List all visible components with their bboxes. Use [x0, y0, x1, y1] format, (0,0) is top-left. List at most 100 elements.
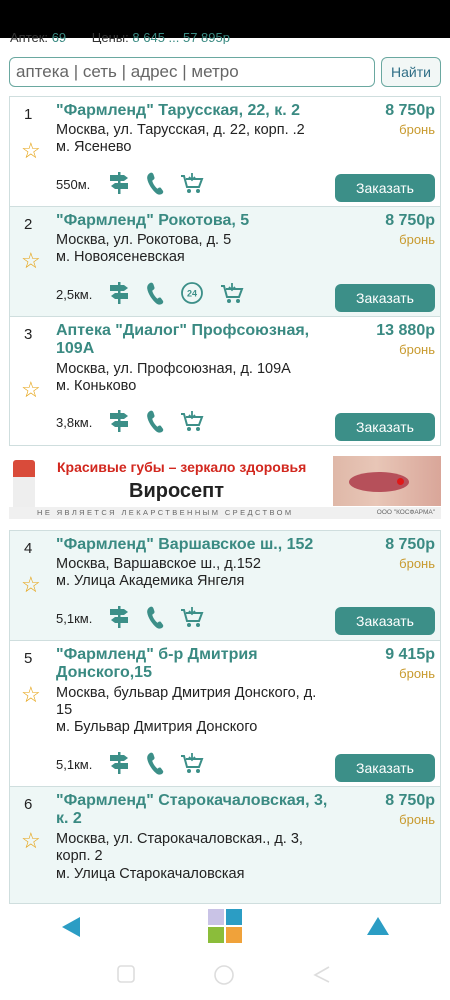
cart-icon[interactable] — [180, 751, 204, 775]
list-item[interactable]: 2 ☆ "Фармленд" Рокотова, 5 Москва, ул. Р… — [9, 206, 441, 317]
action-icons — [108, 604, 204, 630]
action-icons — [108, 408, 204, 434]
signpost-icon[interactable] — [108, 605, 130, 629]
phone-icon[interactable] — [146, 281, 164, 305]
item-number: 1 — [24, 106, 33, 123]
list-item[interactable]: 5 ☆ "Фармленд" б-р Дмитрия Донского,15 М… — [9, 640, 441, 787]
signpost-icon[interactable] — [108, 409, 130, 433]
list-item[interactable]: 3 ☆ Аптека "Диалог" Профсоюзная, 109А Мо… — [9, 316, 441, 446]
star-icon[interactable]: ☆ — [21, 830, 41, 852]
lips-image — [333, 456, 441, 506]
pharmacy-name[interactable]: Аптека "Диалог" Профсоюзная, 109А — [56, 322, 328, 358]
search-bar: Найти — [9, 57, 441, 87]
order-button[interactable]: Заказать — [335, 413, 435, 441]
pharmacy-name[interactable]: "Фармленд" б-р Дмитрия Донского,15 — [56, 646, 328, 682]
search-input[interactable] — [9, 57, 375, 87]
star-icon[interactable]: ☆ — [21, 574, 41, 596]
list-item[interactable]: 4 ☆ "Фармленд" Варшавское ш., 152 Москва… — [9, 530, 441, 641]
pharmacy-address: Москва, ул. Профсоюзная, д. 109А — [56, 361, 291, 377]
system-navigation-bar — [0, 950, 450, 1000]
pharmacy-address: Москва, Варшавское ш., д.152 — [56, 556, 261, 572]
pharmacy-address: Москва, ул. Тарусская, д. 22, корп. .2 — [56, 122, 305, 138]
status-label: бронь — [399, 232, 435, 247]
pharmacy-metro: м. Коньково — [56, 378, 137, 394]
action-icons — [108, 170, 204, 196]
home-tiles-icon[interactable] — [207, 908, 243, 949]
star-icon[interactable]: ☆ — [21, 684, 41, 706]
phone-icon[interactable] — [146, 409, 164, 433]
svg-text:24: 24 — [187, 289, 197, 299]
pharmacy-metro: м. Новоясеневская — [56, 249, 185, 265]
ad-brand: Виросепт — [129, 480, 225, 502]
pharmacy-name[interactable]: "Фармленд" Варшавское ш., 152 — [56, 536, 328, 554]
order-button[interactable]: Заказать — [335, 284, 435, 312]
system-back-icon[interactable] — [312, 964, 332, 989]
bottom-navigation — [0, 904, 450, 948]
price: 9 415р — [385, 646, 435, 663]
ad-banner[interactable]: Красивые губы – зеркало здоровья Виросеп… — [9, 456, 441, 520]
cart-icon[interactable] — [180, 605, 204, 629]
pharmacy-metro: м. Бульвар Дмитрия Донского — [56, 719, 258, 735]
distance: 3,8км. — [56, 415, 93, 430]
up-arrow-icon[interactable] — [366, 916, 390, 941]
status-label: бронь — [399, 342, 435, 357]
cart-icon[interactable] — [220, 281, 244, 305]
ad-headline: Красивые губы – зеркало здоровья — [57, 459, 307, 475]
phone-icon[interactable] — [146, 171, 164, 195]
distance: 5,1км. — [56, 757, 93, 772]
status-label: бронь — [399, 666, 435, 681]
24h-icon: 24 — [180, 281, 204, 305]
item-number: 6 — [24, 796, 33, 813]
order-button[interactable]: Заказать — [335, 754, 435, 782]
price: 8 750р — [385, 102, 435, 119]
cart-icon[interactable] — [180, 409, 204, 433]
star-icon[interactable]: ☆ — [21, 379, 41, 401]
distance: 5,1км. — [56, 611, 93, 626]
results-summary: Аптек: 69 Цены: 8 645 ... 57 895р — [10, 30, 252, 44]
pharmacy-name[interactable]: "Фармленд" Старокачаловская, 3, к. 2 — [56, 792, 328, 828]
item-number: 5 — [24, 650, 33, 667]
price: 13 880р — [376, 322, 435, 339]
star-icon[interactable]: ☆ — [21, 250, 41, 272]
pharmacy-address: Москва, ул. Рокотова, д. 5 — [56, 232, 232, 248]
item-number: 4 — [24, 540, 33, 557]
prices-label: Цены: — [91, 30, 129, 44]
phone-icon[interactable] — [146, 605, 164, 629]
pharmacy-name[interactable]: "Фармленд" Рокотова, 5 — [56, 212, 328, 230]
pharmacies-count: 69 — [51, 30, 67, 44]
recent-apps-icon[interactable] — [116, 964, 136, 989]
signpost-icon[interactable] — [108, 751, 130, 775]
item-number: 2 — [24, 216, 33, 233]
item-number: 3 — [24, 326, 33, 343]
action-icons: 24 — [108, 280, 244, 306]
system-home-icon[interactable] — [213, 964, 235, 991]
status-label: бронь — [399, 812, 435, 827]
pharmacy-metro: м. Улица Старокачаловская — [56, 866, 245, 882]
prices-range: 8 645 ... 57 895р — [132, 30, 230, 44]
status-label: бронь — [399, 122, 435, 137]
star-icon[interactable]: ☆ — [21, 140, 41, 162]
price: 8 750р — [385, 792, 435, 809]
pharmacies-label: Аптек: — [10, 30, 49, 44]
list-item[interactable]: 6 ☆ "Фармленд" Старокачаловская, 3, к. 2… — [9, 786, 441, 904]
pharmacy-name[interactable]: "Фармленд" Тарусская, 22, к. 2 — [56, 102, 328, 120]
signpost-icon[interactable] — [108, 171, 130, 195]
pharmacy-address: Москва, бульвар Дмитрия Донского, д. 15 — [56, 685, 317, 718]
distance: 2,5км. — [56, 287, 93, 302]
pharmacy-metro: м. Ясенево — [56, 139, 132, 155]
ad-company: ООО "КОСФАРМА" — [376, 509, 435, 516]
status-label: бронь — [399, 556, 435, 571]
phone-icon[interactable] — [146, 751, 164, 775]
signpost-icon[interactable] — [108, 281, 130, 305]
back-arrow-icon[interactable] — [60, 916, 82, 943]
action-icons — [108, 750, 204, 776]
pharmacy-address: Москва, ул. Старокачаловская., д. 3, кор… — [56, 831, 303, 864]
order-button[interactable]: Заказать — [335, 174, 435, 202]
price: 8 750р — [385, 536, 435, 553]
pharmacy-metro: м. Улица Академика Янгеля — [56, 573, 245, 589]
list-item[interactable]: 1 ☆ "Фармленд" Тарусская, 22, к. 2 Москв… — [9, 96, 441, 207]
distance: 550м. — [56, 177, 91, 192]
order-button[interactable]: Заказать — [335, 607, 435, 635]
search-button[interactable]: Найти — [381, 57, 441, 87]
cart-icon[interactable] — [180, 171, 204, 195]
